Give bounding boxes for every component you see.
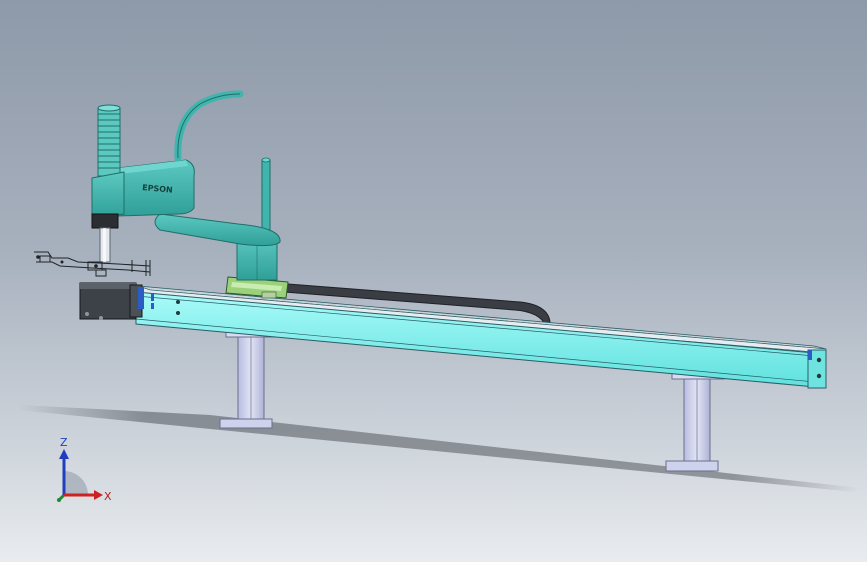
floor-shadow	[18, 405, 860, 492]
robot-bellows[interactable]	[97, 104, 121, 177]
robot-cable[interactable]	[174, 90, 244, 162]
graphics-viewport[interactable]: EPSON Z X	[0, 0, 867, 562]
z-axis-label: Z	[60, 436, 68, 449]
robot-base[interactable]	[236, 157, 278, 281]
robot-arm-link-1[interactable]: EPSON	[117, 159, 195, 217]
robot-head[interactable]	[91, 171, 125, 263]
axis-triad[interactable]: Z X	[40, 435, 130, 515]
end-effector-gripper[interactable]	[34, 251, 151, 277]
triad-base-disc	[64, 471, 88, 495]
support-leg-right[interactable]	[665, 371, 725, 472]
x-axis-label: X	[104, 490, 112, 503]
drive-motor[interactable]	[79, 282, 144, 320]
robot-arm-link-2[interactable]	[154, 213, 281, 247]
y-axis-arrow	[57, 493, 66, 502]
model-scene[interactable]: EPSON	[0, 0, 867, 562]
support-leg-left[interactable]	[219, 329, 279, 429]
rail-screw-marker	[151, 293, 154, 309]
